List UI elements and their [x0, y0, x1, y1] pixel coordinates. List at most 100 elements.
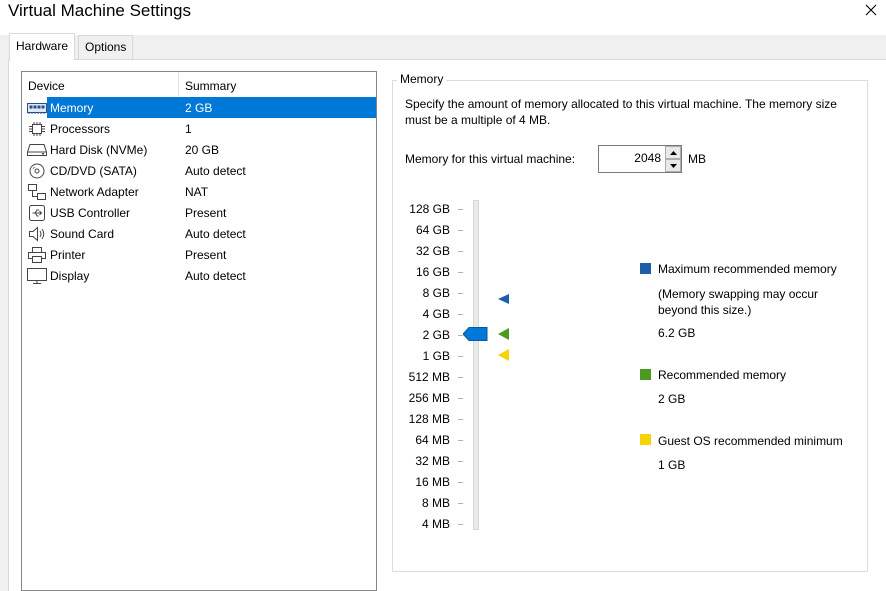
scale-tick: [458, 377, 463, 378]
device-name: Printer: [50, 248, 86, 262]
device-row-usb-controller[interactable]: USB Controller Present: [24, 202, 376, 223]
scale-label: 1 GB: [422, 349, 450, 363]
legend-maximum-label: Maximum recommended memory: [658, 262, 837, 276]
guest-minimum-marker: [498, 349, 510, 364]
scale-tick: [458, 293, 463, 294]
max-recommended-marker: [498, 293, 510, 307]
memory-description: Specify the amount of memory allocated t…: [405, 97, 837, 127]
device-row-printer[interactable]: Printer Present: [24, 244, 376, 265]
scale-label: 8 MB: [421, 496, 450, 510]
recommended-marker: [498, 328, 510, 343]
device-list-header: Device Summary: [22, 72, 376, 97]
scale-label: 2 GB: [422, 328, 450, 342]
processor-icon: [26, 120, 48, 137]
arrow-up-icon: [669, 150, 677, 155]
scale-label: 8 GB: [422, 286, 450, 300]
memory-slider-thumb[interactable]: [462, 327, 488, 344]
device-list[interactable]: Device Summary Memory 2 GB Processors 1 …: [21, 71, 377, 591]
device-summary: 2 GB: [185, 101, 213, 115]
device-summary: 1: [185, 122, 192, 136]
device-name: Network Adapter: [50, 185, 139, 199]
scale-tick: [458, 524, 463, 525]
device-name: Processors: [50, 122, 111, 136]
memory-icon: [26, 99, 48, 116]
device-name: USB Controller: [50, 206, 131, 220]
scale-label: 512 MB: [408, 370, 450, 384]
scale-tick: [458, 503, 463, 504]
device-row-memory[interactable]: Memory 2 GB: [24, 97, 376, 118]
display-icon: [26, 267, 48, 284]
device-summary: Auto detect: [185, 164, 246, 178]
usb-icon: [26, 204, 48, 221]
window-title: Virtual Machine Settings: [8, 1, 192, 20]
scale-label: 16 MB: [415, 475, 450, 489]
device-name: CD/DVD (SATA): [50, 164, 137, 178]
spin-down-button[interactable]: [665, 159, 681, 172]
hard-disk-icon: [26, 141, 48, 158]
scale-tick: [458, 209, 463, 210]
scale-label: 256 MB: [408, 391, 450, 405]
close-button[interactable]: [858, 0, 884, 20]
device-name: Sound Card: [50, 227, 115, 241]
memory-group-title: Memory: [397, 72, 447, 86]
device-summary: NAT: [185, 185, 209, 199]
scale-tick: [458, 398, 463, 399]
device-name: Memory: [50, 101, 94, 115]
legend-guest-minimum-label: Guest OS recommended minimum: [658, 434, 843, 448]
column-header-device[interactable]: Device: [28, 79, 65, 93]
scale-label: 64 MB: [415, 433, 450, 447]
scale-tick: [458, 314, 463, 315]
device-summary: Present: [185, 248, 227, 262]
legend-recommended-value: 2 GB: [658, 392, 686, 406]
scale-tick: [458, 230, 463, 231]
legend-guest-minimum-value: 1 GB: [658, 458, 686, 472]
device-row-network-adapter[interactable]: Network Adapter NAT: [24, 181, 376, 202]
sound-icon: [26, 225, 48, 242]
legend-maximum-value: 6.2 GB: [658, 326, 696, 340]
scale-tick: [458, 251, 463, 252]
memory-unit-label: MB: [688, 152, 706, 166]
scale-tick: [458, 356, 463, 357]
column-header-summary[interactable]: Summary: [185, 79, 236, 93]
memory-field-label: Memory for this virtual machine:: [405, 152, 576, 166]
arrow-down-icon: [669, 163, 677, 168]
scale-label: 4 GB: [422, 307, 450, 321]
device-row-sound-card[interactable]: Sound Card Auto detect: [24, 223, 376, 244]
scale-label: 128 MB: [408, 412, 450, 426]
network-adapter-icon: [26, 183, 48, 200]
scale-tick: [458, 461, 463, 462]
device-summary: Auto detect: [185, 227, 246, 241]
device-row-processors[interactable]: Processors 1: [24, 118, 376, 139]
memory-spinbox[interactable]: [598, 145, 682, 173]
scale-tick: [458, 419, 463, 420]
tab-options[interactable]: Options: [78, 35, 134, 59]
scale-tick: [458, 482, 463, 483]
memory-slider-track[interactable]: [473, 200, 479, 530]
scale-label: 128 GB: [409, 202, 450, 216]
memory-input[interactable]: [599, 150, 663, 166]
scale-tick: [458, 440, 463, 441]
cd-dvd-icon: [26, 162, 48, 179]
scale-label: 32 GB: [415, 244, 450, 258]
spin-up-button[interactable]: [665, 146, 681, 159]
device-summary: 20 GB: [185, 143, 220, 157]
device-row-hard-disk[interactable]: Hard Disk (NVMe) 20 GB: [24, 139, 376, 160]
printer-icon: [26, 246, 48, 263]
tab-hardware[interactable]: Hardware: [9, 33, 76, 60]
scale-tick: [458, 272, 463, 273]
device-name: Display: [50, 269, 90, 283]
device-name: Hard Disk (NVMe): [50, 143, 148, 157]
legend-swatch-maximum: [640, 263, 651, 274]
legend-maximum-note: (Memory swapping may occur beyond this s…: [658, 287, 819, 317]
scale-label: 16 GB: [415, 265, 450, 279]
device-summary: Auto detect: [185, 269, 246, 283]
legend-recommended-label: Recommended memory: [658, 368, 787, 382]
device-row-display[interactable]: Display Auto detect: [24, 265, 376, 286]
legend-swatch-guest-minimum: [640, 434, 651, 445]
scale-label: 32 MB: [415, 454, 450, 468]
device-row-cd-dvd[interactable]: CD/DVD (SATA) Auto detect: [24, 160, 376, 181]
device-summary: Present: [185, 206, 227, 220]
column-divider[interactable]: [178, 72, 179, 96]
legend-swatch-recommended: [640, 369, 651, 380]
scale-label: 4 MB: [421, 517, 450, 531]
